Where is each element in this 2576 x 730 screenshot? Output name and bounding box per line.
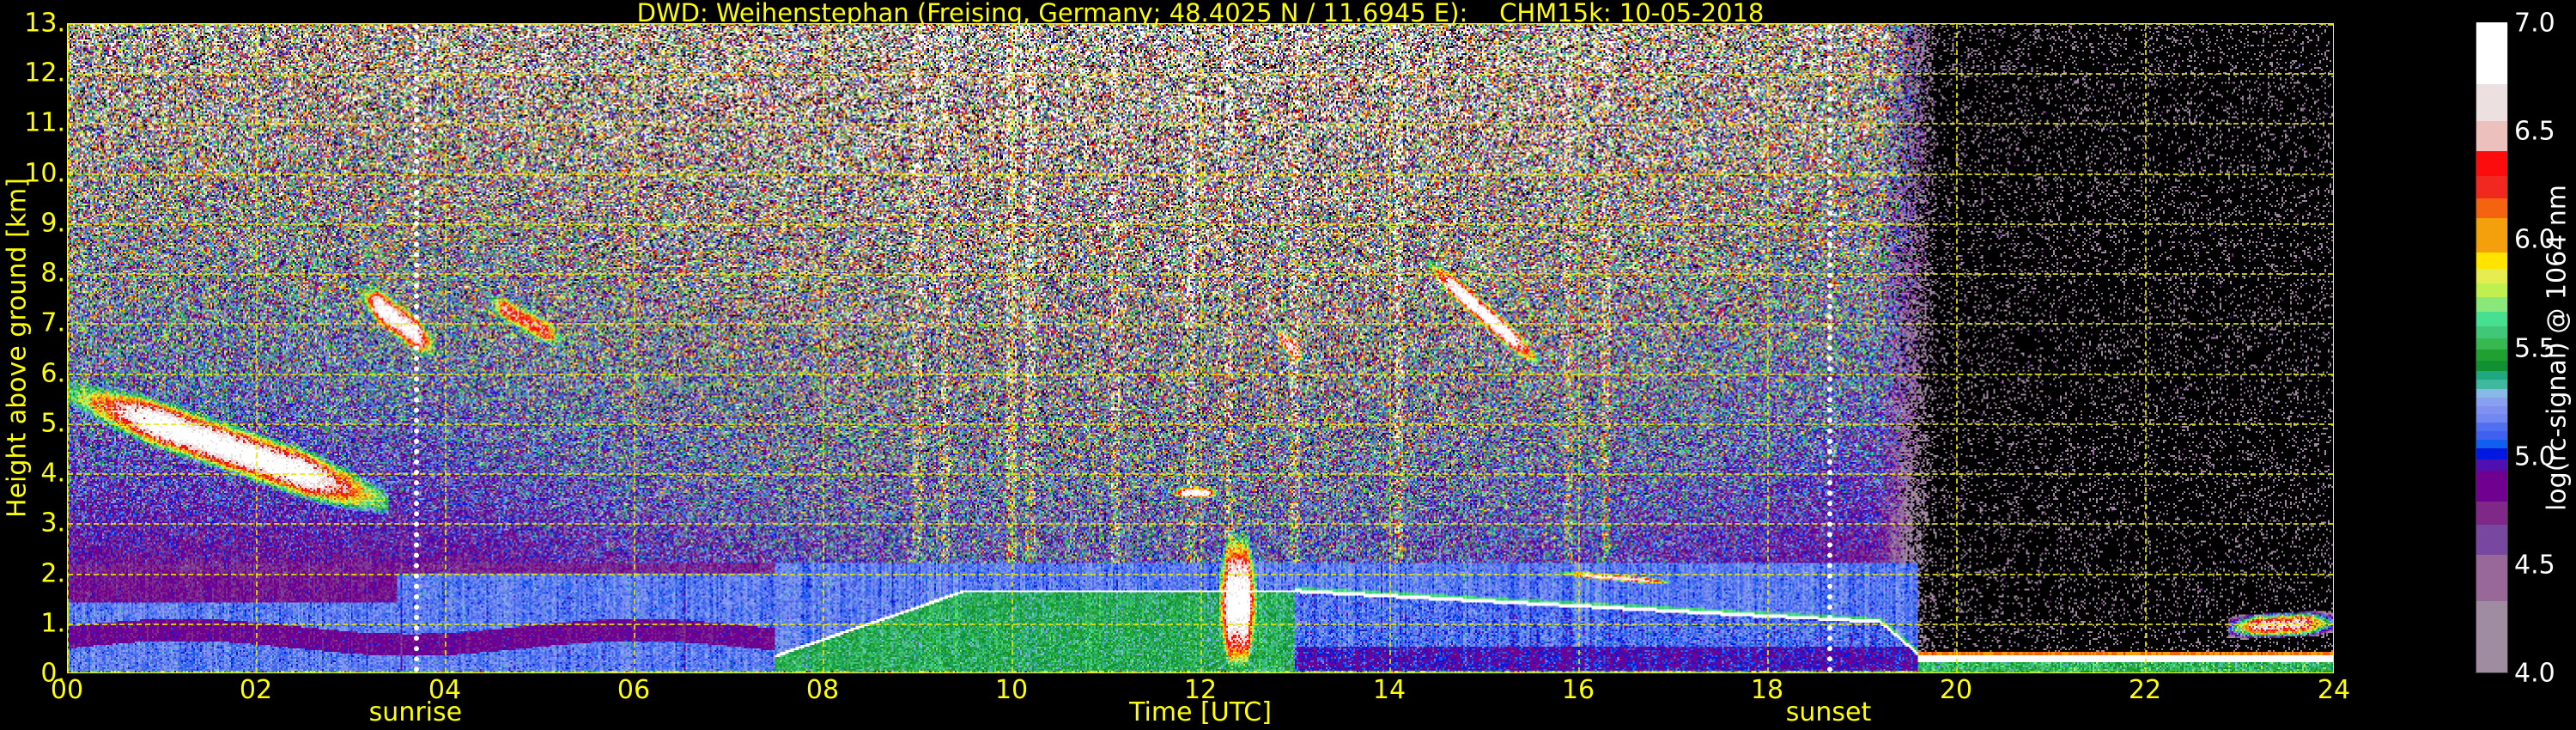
- colorbar-segment: [2476, 198, 2507, 219]
- colorbar-segment: [2476, 349, 2507, 361]
- grid-line-horizontal: [68, 373, 2333, 375]
- colorbar-segment: [2476, 430, 2507, 440]
- grid-line-vertical: [634, 24, 635, 672]
- colorbar-segment: [2476, 360, 2507, 371]
- y-tick-label: 12.: [24, 58, 65, 88]
- colorbar-segment: [2476, 175, 2507, 199]
- y-tick-label: 0.: [40, 658, 65, 689]
- y-tick-label: 5.: [40, 408, 65, 439]
- colorbar-tick-label: 6.5: [2514, 116, 2555, 147]
- grid-line-horizontal: [68, 473, 2333, 476]
- colorbar-segment: [2476, 217, 2507, 253]
- colorbar-segment: [2476, 524, 2507, 555]
- grid-line-horizontal: [68, 573, 2333, 575]
- colorbar-segment: [2476, 283, 2507, 298]
- grid-line-horizontal: [68, 623, 2333, 625]
- colorbar-segment: [2476, 296, 2507, 313]
- grid-line-vertical: [1389, 24, 1391, 672]
- plot-area: [67, 23, 2334, 673]
- colorbar-segment: [2476, 379, 2507, 390]
- grid-line-horizontal: [68, 123, 2333, 125]
- grid-line-vertical: [1012, 24, 1013, 672]
- colorbar-segment: [2476, 388, 2507, 398]
- sunrise-label: sunrise: [368, 697, 463, 727]
- grid-line-vertical: [1956, 24, 1958, 672]
- y-tick-label: 6.: [40, 358, 65, 389]
- y-tick-label: 11.: [24, 107, 65, 138]
- colorbar-label: log(rc-signal) @ 1064 nm: [2542, 184, 2573, 512]
- grid-line-horizontal: [68, 24, 2333, 25]
- colorbar-segment: [2476, 21, 2507, 84]
- colorbar-segment: [2476, 338, 2507, 350]
- colorbar: [2476, 21, 2508, 673]
- grid-line-horizontal: [68, 423, 2333, 425]
- y-tick-label: 4.: [40, 458, 65, 489]
- sunset-line: [1826, 24, 1832, 672]
- colorbar-segment: [2476, 311, 2507, 326]
- colorbar-segment: [2476, 554, 2507, 601]
- colorbar-segment: [2476, 422, 2507, 431]
- colorbar-segment: [2476, 447, 2507, 460]
- colorbar-segment: [2476, 397, 2507, 406]
- colorbar-segment: [2476, 405, 2507, 415]
- grid-line-horizontal: [68, 173, 2333, 175]
- sunset-label: sunset: [1785, 697, 1872, 727]
- colorbar-segment: [2476, 413, 2507, 423]
- y-tick-label: 2.: [40, 558, 65, 589]
- colorbar-segment: [2476, 439, 2507, 449]
- grid-line-vertical: [256, 24, 258, 672]
- grid-line-vertical: [68, 24, 69, 672]
- grid-line-horizontal: [68, 273, 2333, 276]
- colorbar-segment: [2476, 600, 2507, 672]
- y-tick-label: 9.: [40, 208, 65, 239]
- colorbar-segment: [2476, 83, 2507, 121]
- grid-line-vertical: [2145, 24, 2147, 672]
- sunrise-line: [413, 24, 419, 672]
- colorbar-tick-label: 4.5: [2514, 550, 2555, 581]
- colorbar-segment: [2476, 252, 2507, 269]
- colorbar-segment: [2476, 268, 2507, 283]
- grid-line-vertical: [1767, 24, 1769, 672]
- grid-line-vertical: [1578, 24, 1580, 672]
- y-tick-label: 7.: [40, 307, 65, 338]
- grid-line-horizontal: [68, 222, 2333, 225]
- grid-line-vertical: [1200, 24, 1202, 672]
- grid-line-vertical: [823, 24, 824, 672]
- colorbar-segment: [2476, 120, 2507, 152]
- y-axis-label: Height above ground [km]: [2, 178, 33, 518]
- y-tick-label: 13.: [24, 8, 65, 39]
- y-tick-label: 8.: [40, 258, 65, 289]
- grid-line-horizontal: [68, 323, 2333, 325]
- grid-line-horizontal: [68, 73, 2333, 76]
- colorbar-segment: [2476, 470, 2507, 502]
- colorbar-tick-label: 4.0: [2514, 658, 2555, 689]
- colorbar-segment: [2476, 459, 2507, 471]
- y-tick-label: 3.: [40, 508, 65, 538]
- grid-line-vertical: [445, 24, 447, 672]
- colorbar-segment: [2476, 150, 2507, 177]
- colorbar-segment: [2476, 325, 2507, 338]
- grid-line-horizontal: [68, 523, 2333, 526]
- colorbar-segment: [2476, 370, 2507, 380]
- colorbar-segment: [2476, 501, 2507, 525]
- colorbar-tick-label: 7.0: [2514, 8, 2555, 39]
- y-tick-label: 1.: [40, 608, 65, 639]
